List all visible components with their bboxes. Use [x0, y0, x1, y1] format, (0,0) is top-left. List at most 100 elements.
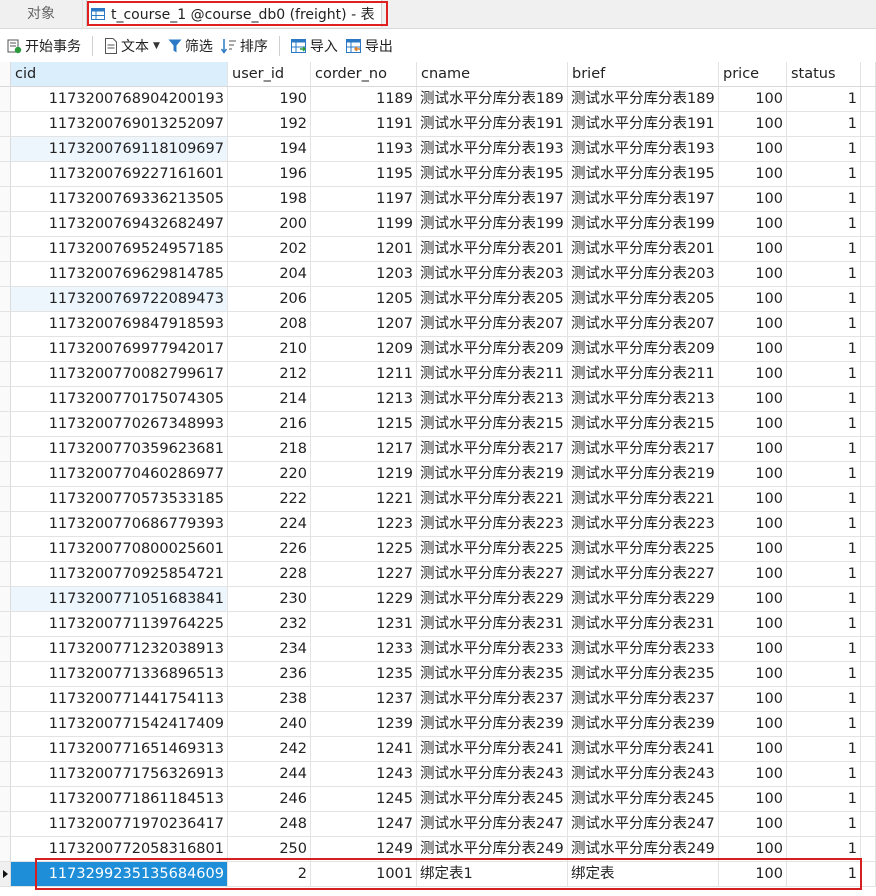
cell-user-id[interactable]: 236 — [228, 662, 311, 686]
cell-cname[interactable]: 测试水平分库分表211 — [417, 362, 568, 386]
cell-brief[interactable]: 测试水平分库分表213 — [568, 387, 719, 411]
cell-brief[interactable]: 测试水平分库分表191 — [568, 112, 719, 136]
cell-brief[interactable]: 测试水平分库分表219 — [568, 462, 719, 486]
cell-user-id[interactable]: 194 — [228, 137, 311, 161]
table-row[interactable]: 1173200771441754113 238 1237 测试水平分库分表237 测试水… — [0, 687, 876, 712]
cell-status[interactable]: 1 — [787, 387, 861, 411]
table-row[interactable]: 1173200769118109697 194 1193 测试水平分库分表193 测试水… — [0, 137, 876, 162]
begin-transaction-button[interactable]: 开始事务 — [2, 33, 85, 59]
row-selector[interactable] — [0, 637, 11, 661]
cell-brief[interactable]: 测试水平分库分表217 — [568, 437, 719, 461]
cell-corder-no[interactable]: 1215 — [311, 412, 417, 436]
cell-cid[interactable]: 1173200770082799617 — [11, 362, 228, 386]
cell-price[interactable]: 100 — [719, 837, 787, 861]
cell-price[interactable]: 100 — [719, 287, 787, 311]
cell-user-id[interactable]: 2 — [228, 862, 311, 886]
table-row[interactable]: 1173200768904200193 190 1189 测试水平分库分表189 测试水… — [0, 87, 876, 112]
cell-cid[interactable]: 1173200771232038913 — [11, 637, 228, 661]
cell-cname[interactable]: 测试水平分库分表203 — [417, 262, 568, 286]
cell-corder-no[interactable]: 1207 — [311, 312, 417, 336]
cell-status[interactable]: 1 — [787, 112, 861, 136]
cell-cid[interactable]: 1173200771651469313 — [11, 737, 228, 761]
table-row[interactable]: 1173200769227161601 196 1195 测试水平分库分表195 测试水… — [0, 162, 876, 187]
table-row[interactable]: 1173200770925854721 228 1227 测试水平分库分表227 测试水… — [0, 562, 876, 587]
cell-corder-no[interactable]: 1217 — [311, 437, 417, 461]
row-selector[interactable] — [0, 787, 11, 811]
chevron-down-icon[interactable]: ▼ — [153, 41, 160, 51]
cell-brief[interactable]: 测试水平分库分表193 — [568, 137, 719, 161]
cell-corder-no[interactable]: 1219 — [311, 462, 417, 486]
cell-cname[interactable]: 测试水平分库分表217 — [417, 437, 568, 461]
cell-corder-no[interactable]: 1247 — [311, 812, 417, 836]
table-row[interactable]: 1173200771232038913 234 1233 测试水平分库分表233 测试水… — [0, 637, 876, 662]
row-selector[interactable] — [0, 587, 11, 611]
cell-price[interactable]: 100 — [719, 712, 787, 736]
cell-cname[interactable]: 测试水平分库分表229 — [417, 587, 568, 611]
cell-cid[interactable]: 1173200771542417409 — [11, 712, 228, 736]
cell-cname[interactable]: 测试水平分库分表227 — [417, 562, 568, 586]
cell-brief[interactable]: 测试水平分库分表225 — [568, 537, 719, 561]
column-header-status[interactable]: status — [787, 62, 861, 86]
cell-user-id[interactable]: 238 — [228, 687, 311, 711]
cell-price[interactable]: 100 — [719, 412, 787, 436]
cell-user-id[interactable]: 214 — [228, 387, 311, 411]
row-selector[interactable] — [0, 287, 11, 311]
cell-brief[interactable]: 测试水平分库分表223 — [568, 512, 719, 536]
cell-cid[interactable]: 1173200770359623681 — [11, 437, 228, 461]
cell-cid[interactable]: 1173200770925854721 — [11, 562, 228, 586]
row-selector[interactable] — [0, 737, 11, 761]
cell-cid[interactable]: 1173200769722089473 — [11, 287, 228, 311]
cell-price[interactable]: 100 — [719, 87, 787, 111]
cell-price[interactable]: 100 — [719, 662, 787, 686]
cell-corder-no[interactable]: 1243 — [311, 762, 417, 786]
cell-cid[interactable]: 1173200769432682497 — [11, 212, 228, 236]
cell-price[interactable]: 100 — [719, 687, 787, 711]
row-selector[interactable] — [0, 537, 11, 561]
cell-user-id[interactable]: 196 — [228, 162, 311, 186]
cell-user-id[interactable]: 190 — [228, 87, 311, 111]
cell-status[interactable]: 1 — [787, 512, 861, 536]
table-row[interactable]: 1173200769722089473 206 1205 测试水平分库分表205 测试水… — [0, 287, 876, 312]
cell-brief[interactable]: 测试水平分库分表235 — [568, 662, 719, 686]
table-row[interactable]: 1173200770175074305 214 1213 测试水平分库分表213 测试水… — [0, 387, 876, 412]
cell-user-id[interactable]: 200 — [228, 212, 311, 236]
cell-status[interactable]: 1 — [787, 762, 861, 786]
cell-cname[interactable]: 测试水平分库分表233 — [417, 637, 568, 661]
cell-cname[interactable]: 测试水平分库分表219 — [417, 462, 568, 486]
row-selector[interactable] — [0, 412, 11, 436]
table-row[interactable]: 1173200770573533185 222 1221 测试水平分库分表221 测试水… — [0, 487, 876, 512]
table-row[interactable]: 1173200771139764225 232 1231 测试水平分库分表231 测试水… — [0, 612, 876, 637]
cell-status[interactable]: 1 — [787, 312, 861, 336]
cell-price[interactable]: 100 — [719, 787, 787, 811]
cell-price[interactable]: 100 — [719, 162, 787, 186]
cell-user-id[interactable]: 198 — [228, 187, 311, 211]
table-row[interactable]: 1173200771651469313 242 1241 测试水平分库分表241 测试水… — [0, 737, 876, 762]
cell-corder-no[interactable]: 1237 — [311, 687, 417, 711]
cell-price[interactable]: 100 — [719, 112, 787, 136]
cell-cid[interactable]: 1173200770460286977 — [11, 462, 228, 486]
cell-brief[interactable]: 测试水平分库分表207 — [568, 312, 719, 336]
cell-brief[interactable]: 测试水平分库分表243 — [568, 762, 719, 786]
cell-corder-no[interactable]: 1195 — [311, 162, 417, 186]
column-header-corder-no[interactable]: corder_no — [311, 62, 417, 86]
cell-cname[interactable]: 测试水平分库分表199 — [417, 212, 568, 236]
cell-cname[interactable]: 测试水平分库分表197 — [417, 187, 568, 211]
table-row[interactable]: 1173200771970236417 248 1247 测试水平分库分表247 测试水… — [0, 812, 876, 837]
cell-cname[interactable]: 测试水平分库分表247 — [417, 812, 568, 836]
cell-status[interactable]: 1 — [787, 737, 861, 761]
row-selector[interactable] — [0, 387, 11, 411]
row-selector[interactable] — [0, 562, 11, 586]
cell-cid[interactable]: 1173200769013252097 — [11, 112, 228, 136]
cell-cid[interactable]: 1173200769118109697 — [11, 137, 228, 161]
table-row[interactable]: 1173200769336213505 198 1197 测试水平分库分表197 测试水… — [0, 187, 876, 212]
cell-status[interactable]: 1 — [787, 287, 861, 311]
cell-cname[interactable]: 测试水平分库分表241 — [417, 737, 568, 761]
table-row[interactable]: 1173200770267348993 216 1215 测试水平分库分表215 测试水… — [0, 412, 876, 437]
cell-brief[interactable]: 测试水平分库分表237 — [568, 687, 719, 711]
cell-status[interactable]: 1 — [787, 412, 861, 436]
cell-cid[interactable]: 1173200770686779393 — [11, 512, 228, 536]
row-selector[interactable] — [0, 512, 11, 536]
cell-status[interactable]: 1 — [787, 812, 861, 836]
cell-user-id[interactable]: 224 — [228, 512, 311, 536]
cell-brief[interactable]: 测试水平分库分表215 — [568, 412, 719, 436]
